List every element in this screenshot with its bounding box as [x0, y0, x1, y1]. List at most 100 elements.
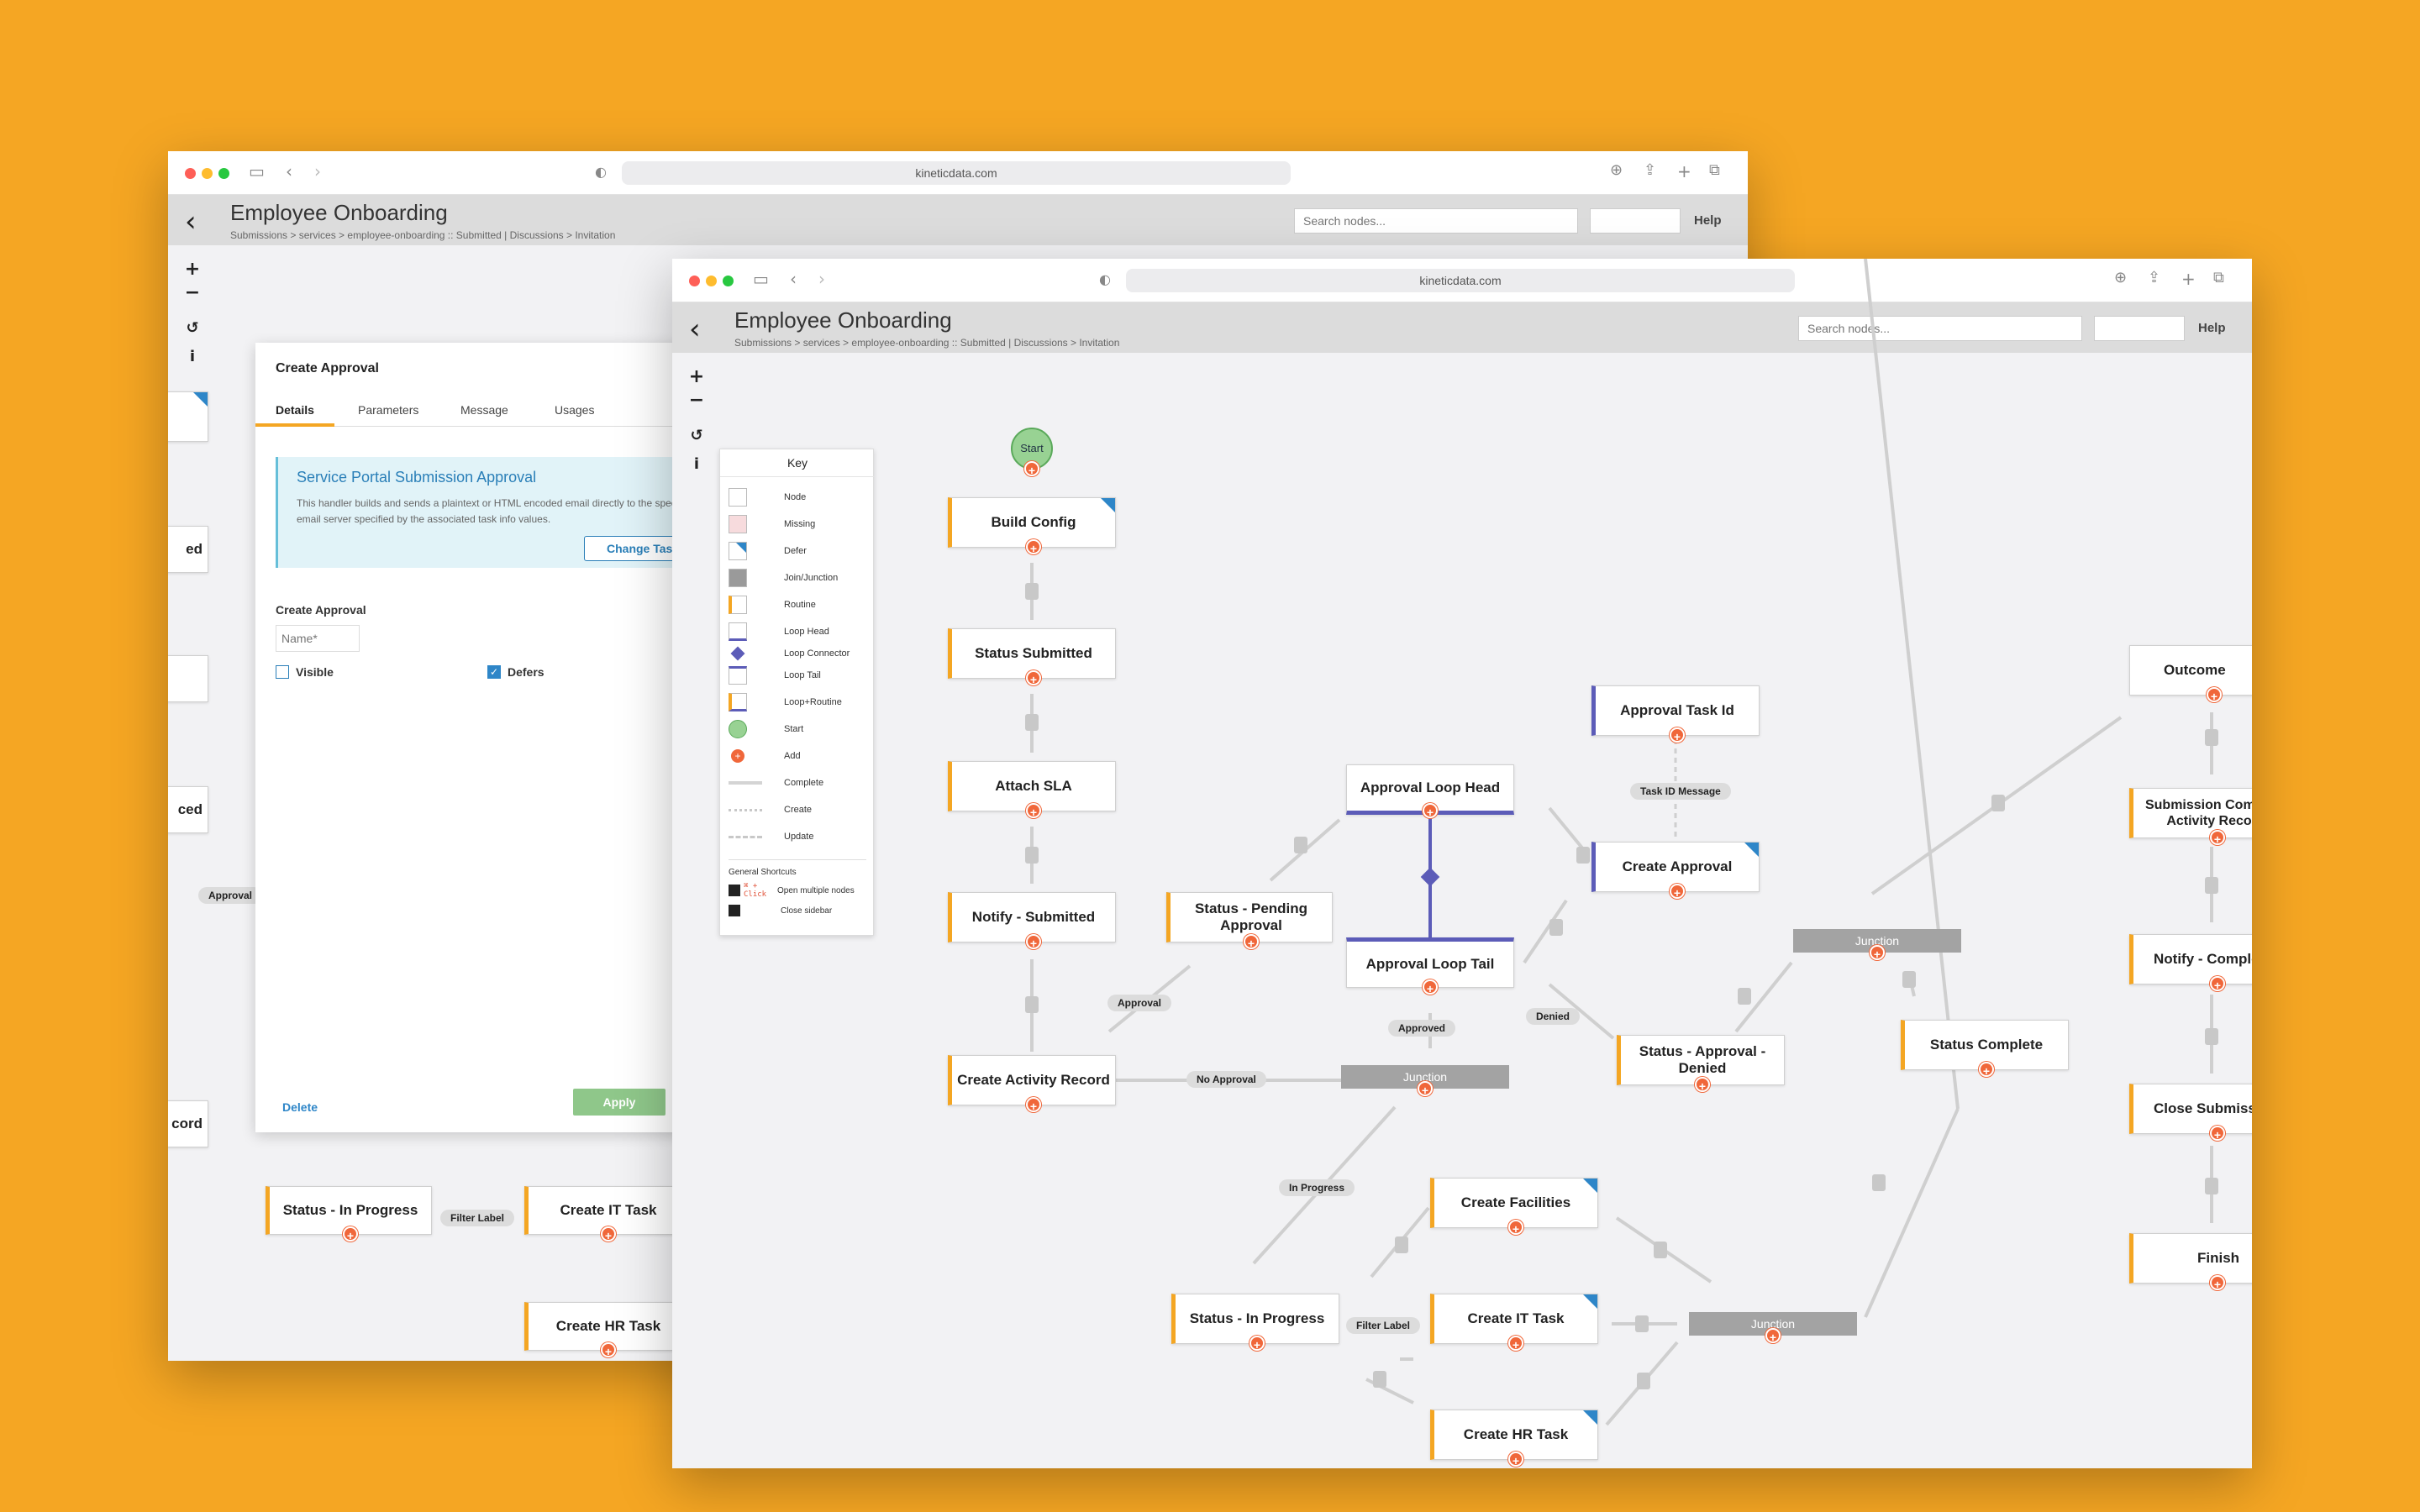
breadcrumb-path[interactable]: Submissions > services > employee-onboar…: [230, 229, 502, 241]
node-status-in-progress[interactable]: Status - In Progress +: [1171, 1294, 1339, 1352]
close-dot[interactable]: [185, 168, 196, 179]
add-icon[interactable]: +: [1979, 1062, 1994, 1078]
node-create-facilities[interactable]: Create Facilities +: [1430, 1178, 1598, 1236]
info-button[interactable]: i: [686, 454, 708, 475]
name-field[interactable]: [276, 625, 360, 652]
add-icon[interactable]: +: [1026, 803, 1041, 819]
node-status-submitted[interactable]: Status Submitted +: [948, 628, 1116, 686]
partial-node[interactable]: ced: [168, 786, 208, 833]
node-approval-task-id[interactable]: Approval Task Id +: [1591, 685, 1760, 743]
zoom-out-button[interactable]: −: [182, 282, 203, 304]
tab-usages[interactable]: Usages: [555, 403, 594, 417]
connector-label[interactable]: Approval: [198, 887, 263, 904]
connector-label-approval[interactable]: Approval: [1107, 995, 1172, 1011]
add-icon[interactable]: +: [1508, 1336, 1523, 1352]
download-icon[interactable]: ⊕: [1610, 161, 1623, 179]
junction-2[interactable]: Junction +: [1793, 929, 1961, 961]
node-status-in-progress[interactable]: Status - In Progress +: [266, 1186, 432, 1242]
add-icon[interactable]: +: [1026, 1097, 1041, 1113]
apply-button[interactable]: Apply: [573, 1089, 666, 1116]
connector-label[interactable]: Filter Label: [440, 1210, 515, 1226]
search-input[interactable]: [1294, 208, 1578, 234]
add-icon[interactable]: +: [1026, 934, 1041, 950]
node-status-approval-denied[interactable]: Status - Approval - Denied +: [1617, 1035, 1785, 1093]
partial-node[interactable]: [168, 391, 208, 442]
add-icon[interactable]: +: [2210, 976, 2225, 992]
connector-label-in-progress[interactable]: In Progress: [1279, 1179, 1355, 1196]
back-arrow-icon[interactable]: ‹: [286, 161, 292, 181]
add-icon[interactable]: +: [1026, 539, 1041, 555]
node-build-config[interactable]: Build Config +: [948, 497, 1116, 555]
node-submission-complete-activity-record[interactable]: Submission Complete Activity Record +: [2129, 788, 2252, 846]
breadcrumb-extra[interactable]: Discussions > Invitation: [510, 229, 616, 241]
add-icon[interactable]: +: [601, 1226, 616, 1242]
back-chevron-icon[interactable]: ‹: [185, 205, 197, 239]
minimize-dot[interactable]: [202, 168, 213, 179]
node-notify-submitted[interactable]: Notify - Submitted +: [948, 892, 1116, 950]
add-icon[interactable]: +: [2207, 687, 2222, 703]
new-tab-icon[interactable]: +: [1677, 161, 1691, 181]
add-icon[interactable]: +: [1024, 461, 1039, 477]
help-link[interactable]: Help: [1694, 213, 1722, 228]
partial-node[interactable]: ed: [168, 526, 208, 573]
partial-node[interactable]: cord: [168, 1100, 208, 1147]
share-icon[interactable]: ⇪: [1644, 161, 1656, 179]
start-node[interactable]: Start +: [1011, 428, 1053, 477]
node-create-it-task[interactable]: Create IT Task +: [1430, 1294, 1598, 1352]
node-finish[interactable]: Finish +: [2129, 1233, 2252, 1291]
zoom-in-button[interactable]: +: [182, 259, 203, 281]
add-icon[interactable]: +: [1870, 945, 1885, 961]
connector-label-task-id-message[interactable]: Task ID Message: [1630, 783, 1731, 800]
junction-3[interactable]: Junction +: [1689, 1312, 1857, 1344]
tab-details[interactable]: Details: [276, 403, 314, 417]
node-status-complete[interactable]: Status Complete +: [1901, 1020, 2069, 1078]
node-outcome[interactable]: Outcome +: [2129, 645, 2252, 703]
add-icon[interactable]: +: [1670, 727, 1685, 743]
add-icon[interactable]: +: [1418, 1081, 1433, 1097]
sidebar-toggle-icon[interactable]: ▭: [249, 161, 265, 181]
connector-label-filter[interactable]: Filter Label: [1346, 1317, 1421, 1334]
zoom-in-button[interactable]: +: [686, 366, 708, 388]
add-icon[interactable]: +: [1695, 1077, 1710, 1093]
add-icon[interactable]: +: [1026, 670, 1041, 686]
url-bar[interactable]: kineticdata.com: [622, 161, 1291, 185]
add-icon[interactable]: +: [1765, 1328, 1781, 1344]
node-create-hr-task[interactable]: Create HR Task +: [1430, 1410, 1598, 1467]
delete-button[interactable]: Delete: [282, 1100, 318, 1114]
partial-node[interactable]: [168, 655, 208, 702]
tab-parameters[interactable]: Parameters: [358, 403, 418, 417]
node-notify-complete[interactable]: Notify - Complete +: [2129, 934, 2252, 992]
node-approval-loop-head[interactable]: Approval Loop Head +: [1346, 764, 1514, 819]
add-icon[interactable]: +: [1508, 1452, 1523, 1467]
zoom-out-button[interactable]: −: [686, 390, 708, 412]
add-icon[interactable]: +: [1249, 1336, 1265, 1352]
add-icon[interactable]: +: [1423, 803, 1438, 819]
add-icon[interactable]: +: [2210, 830, 2225, 846]
node-create-it-task[interactable]: Create IT Task +: [524, 1186, 689, 1242]
add-icon[interactable]: +: [343, 1226, 358, 1242]
node-create-approval[interactable]: Create Approval +: [1591, 842, 1760, 900]
info-button[interactable]: i: [182, 346, 203, 368]
node-create-hr-task[interactable]: Create HR Task +: [524, 1302, 689, 1358]
tabs-overview-icon[interactable]: ⧉: [1709, 161, 1720, 179]
add-icon[interactable]: +: [2210, 1126, 2225, 1142]
connector-label-no-approval[interactable]: No Approval: [1186, 1071, 1266, 1088]
connector-label-denied[interactable]: Denied: [1526, 1008, 1581, 1025]
defers-checkbox[interactable]: ✓: [487, 665, 501, 679]
node-close-submission[interactable]: Close Submission +: [2129, 1084, 2252, 1142]
secondary-input[interactable]: [1590, 208, 1681, 234]
add-icon[interactable]: +: [1670, 884, 1685, 900]
add-icon[interactable]: +: [1423, 979, 1438, 995]
maximize-dot[interactable]: [218, 168, 229, 179]
node-create-activity-record[interactable]: Create Activity Record +: [948, 1055, 1116, 1113]
reset-view-button[interactable]: ↺: [182, 318, 203, 339]
forward-arrow-icon[interactable]: ›: [314, 161, 321, 181]
add-icon[interactable]: +: [601, 1342, 616, 1358]
node-status-pending-approval[interactable]: Status - Pending Approval +: [1166, 892, 1333, 950]
visible-checkbox[interactable]: [276, 665, 289, 679]
add-icon[interactable]: +: [1244, 934, 1259, 950]
tab-message[interactable]: Message: [460, 403, 508, 417]
reset-view-button[interactable]: ↺: [686, 425, 708, 447]
node-attach-sla[interactable]: Attach SLA +: [948, 761, 1116, 819]
junction-1[interactable]: Junction +: [1341, 1065, 1509, 1097]
